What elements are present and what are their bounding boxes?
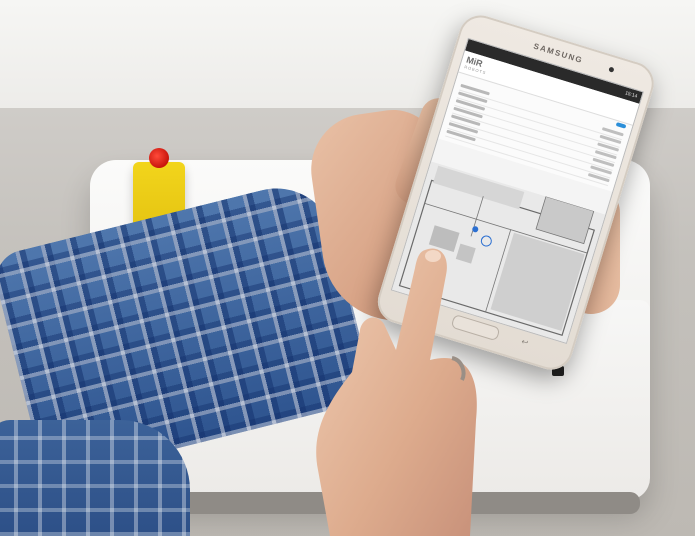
right-hand-svg	[316, 248, 477, 536]
fingertip	[425, 250, 441, 262]
right-hand	[316, 248, 477, 536]
photo-scene: SAMSUNG 15:14 MiR ROBOTS ↩	[0, 0, 695, 536]
